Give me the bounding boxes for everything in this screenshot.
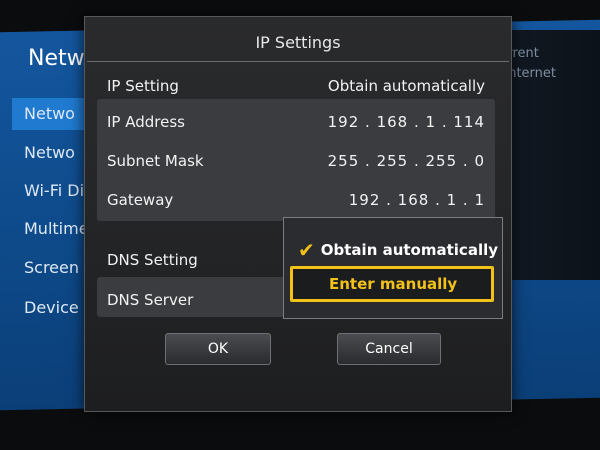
subnet-mask-row[interactable]: Subnet Mask 255 . 255 . 255 . 0 — [97, 142, 495, 180]
background-menu-item: Multime — [24, 219, 89, 238]
dns-setting-row[interactable]: DNS Setting — [97, 241, 297, 279]
gateway-row[interactable]: Gateway 192 . 168 . 1 . 1 — [97, 181, 495, 219]
cancel-button[interactable]: Cancel — [337, 333, 441, 365]
background-menu-item: Device — [24, 298, 79, 317]
dropdown-option-obtain-automatically[interactable]: ✔ Obtain automatically — [298, 238, 498, 262]
dns-setting-label: DNS Setting — [107, 251, 198, 269]
dropdown-option-enter-manually[interactable]: Enter manually — [290, 266, 494, 302]
dns-server-row[interactable]: DNS Server — [97, 281, 297, 319]
ok-button[interactable]: OK — [165, 333, 271, 365]
gateway-value: 192 . 168 . 1 . 1 — [348, 191, 485, 209]
subnet-mask-label: Subnet Mask — [107, 152, 204, 170]
title-divider — [87, 61, 509, 62]
ip-address-row[interactable]: IP Address 192 . 168 . 1 . 114 — [97, 103, 495, 141]
background-menu-item: Netwo — [24, 104, 75, 123]
background-menu-item: Wi-Fi Di — [24, 181, 85, 200]
gateway-label: Gateway — [107, 191, 174, 209]
dropdown-option-label: Enter manually — [329, 275, 458, 293]
subnet-mask-value: 255 . 255 . 255 . 0 — [327, 152, 485, 170]
dns-server-label: DNS Server — [107, 291, 194, 309]
dropdown-option-label: Obtain automatically — [320, 241, 499, 259]
ip-setting-value: Obtain automatically — [327, 77, 485, 95]
background-menu-item: Screen — [24, 258, 80, 277]
ip-address-label: IP Address — [107, 113, 185, 131]
checkmark-icon: ✔ — [298, 238, 315, 262]
background-menu-item: Netwo — [24, 143, 75, 162]
dialog-title: IP Settings — [255, 33, 341, 52]
ip-address-value: 192 . 168 . 1 . 114 — [327, 113, 485, 131]
ip-setting-label: IP Setting — [107, 77, 179, 95]
dns-setting-dropdown: ✔ Obtain automatically Enter manually — [283, 217, 503, 319]
ip-settings-dialog: IP Settings IP Setting Obtain automatica… — [84, 16, 512, 412]
